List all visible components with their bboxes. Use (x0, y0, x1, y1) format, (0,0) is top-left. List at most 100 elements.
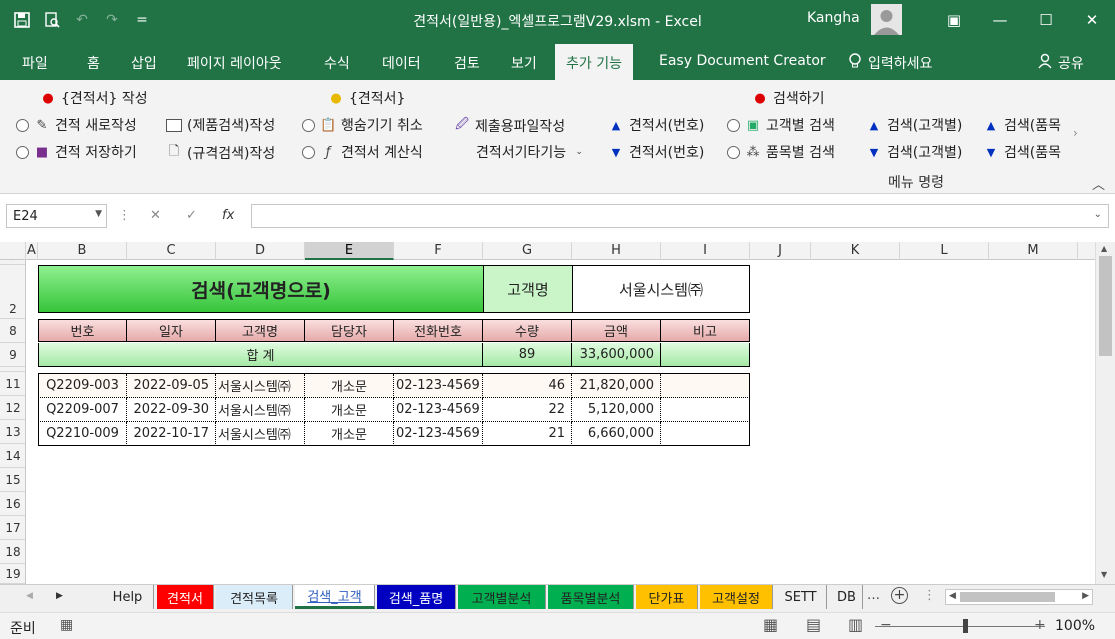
column-header[interactable]: D (216, 242, 305, 260)
close-icon[interactable]: ✕ (1069, 0, 1115, 40)
row-header[interactable]: 15 (0, 468, 25, 492)
sheet-tab[interactable]: 검색_고객 (295, 585, 375, 609)
search-item-down-button[interactable]: ▼ 검색(품목 (983, 142, 1061, 162)
page-layout-view-icon[interactable]: ▤ (806, 615, 821, 634)
table-row[interactable]: Q2209-007 (38, 398, 127, 422)
column-header[interactable]: G (483, 242, 572, 260)
column-header[interactable]: I (661, 242, 750, 260)
row-header[interactable]: 17 (0, 516, 25, 540)
row-header[interactable]: 2 (0, 265, 25, 319)
table-cell[interactable]: 서울시스템㈜ (216, 398, 305, 422)
column-header[interactable]: J (750, 242, 811, 260)
quote-calc-button[interactable]: ƒ 견적서 계산식 (302, 142, 423, 162)
table-cell[interactable]: 2022-09-30 (127, 398, 216, 422)
submit-file-button[interactable]: 🖉 제출용파일작성 (454, 115, 565, 137)
share-button[interactable]: 공유 (1038, 53, 1084, 73)
avatar[interactable] (871, 4, 902, 35)
row-header[interactable]: 9 (0, 343, 25, 367)
enter-icon[interactable]: ✓ (186, 208, 197, 223)
table-cell[interactable]: 서울시스템㈜ (216, 374, 305, 398)
search-customer-down-button[interactable]: ▼ 검색(고객별) (866, 142, 963, 162)
more-sheets-icon[interactable]: … (867, 588, 880, 603)
table-cell[interactable]: 02-123-4569 (394, 422, 483, 446)
tell-me-box[interactable]: 입력하세요 (848, 53, 932, 73)
formula-input[interactable]: ⌄ (251, 204, 1109, 228)
row-header[interactable]: 18 (0, 540, 25, 564)
zoom-in-icon[interactable]: + (1034, 617, 1046, 633)
row-header[interactable]: 19 (0, 564, 25, 584)
table-row[interactable]: Q2210-009 (38, 422, 127, 446)
product-search-button[interactable]: (제품검색)작성 (166, 115, 275, 135)
table-cell[interactable]: 개소문 (305, 374, 394, 398)
sheet-tab[interactable]: SETT (775, 585, 827, 609)
sheet-tab[interactable]: 단가표 (636, 585, 698, 609)
quote-other-functions-dropdown[interactable]: 견적서기타기능 ⌄ (476, 142, 587, 162)
sheet-tab[interactable]: 견적서 (157, 585, 214, 609)
select-all-corner[interactable] (0, 242, 26, 260)
radio-icon[interactable] (16, 145, 29, 159)
chevron-down-icon[interactable]: ▼ (95, 209, 102, 219)
next-sheet-icon[interactable]: ▶ (56, 591, 63, 601)
vertical-scrollbar[interactable]: ▲ ▼ (1095, 242, 1115, 584)
row-header[interactable]: 16 (0, 492, 25, 516)
table-cell[interactable]: 22 (483, 398, 572, 422)
sheet-tab[interactable]: 고객설정 (700, 585, 773, 609)
sheet-tab[interactable]: 고객별분석 (458, 585, 546, 609)
table-cell[interactable]: 서울시스템㈜ (216, 422, 305, 446)
column-header[interactable]: B (38, 242, 127, 260)
table-cell[interactable]: 21,820,000 (572, 374, 661, 398)
chevron-down-icon[interactable]: ⌄ (1094, 209, 1102, 220)
table-cell[interactable]: 46 (483, 374, 572, 398)
quote-no-sort-down-button[interactable]: ▼ 견적서(번호) (608, 142, 705, 162)
chevron-right-icon[interactable]: › (1073, 126, 1078, 140)
cancel-icon[interactable]: ✕ (150, 208, 161, 223)
tab-page-layout[interactable]: 페이지 레이아웃 (187, 53, 282, 73)
zoom-level[interactable]: 100% (1055, 618, 1095, 634)
sheet-tab[interactable]: 품목별분석 (548, 585, 634, 609)
zoom-out-icon[interactable]: − (880, 617, 892, 633)
customer-value[interactable]: 서울시스템㈜ (573, 265, 750, 313)
tab-insert[interactable]: 삽입 (131, 53, 157, 73)
tab-file[interactable]: 파일 (22, 53, 48, 73)
name-box[interactable]: E24 ▼ (6, 204, 107, 228)
search-by-item-button[interactable]: ⁂ 품목별 검색 (727, 142, 835, 162)
row-header[interactable]: 8 (0, 319, 25, 343)
column-header[interactable]: E (305, 242, 394, 260)
radio-icon[interactable] (302, 145, 315, 159)
table-cell[interactable]: 02-123-4569 (394, 374, 483, 398)
column-header[interactable]: C (127, 242, 216, 260)
scroll-up-icon[interactable]: ▲ (1101, 244, 1107, 253)
column-header[interactable]: F (394, 242, 483, 260)
collapse-ribbon-icon[interactable]: ︿ (1092, 174, 1105, 193)
table-cell[interactable]: 02-123-4569 (394, 398, 483, 422)
search-item-up-button[interactable]: ▲ 검색(품목 (983, 115, 1061, 135)
insert-function-icon[interactable]: fx (222, 208, 234, 223)
spec-search-button[interactable]: 🗋 (규격검색)작성 (166, 142, 275, 164)
user-name[interactable]: Kangha (807, 10, 860, 26)
sheet-tab[interactable]: DB (831, 585, 863, 609)
cancel-hidden-rows-button[interactable]: 📋 행숨기기 취소 (302, 115, 423, 135)
column-header[interactable]: A (26, 242, 38, 260)
search-by-customer-button[interactable]: ▣ 고객별 검색 (727, 115, 835, 135)
table-cell[interactable] (661, 398, 750, 422)
radio-icon[interactable] (727, 118, 740, 132)
table-cell[interactable] (661, 422, 750, 446)
ribbon-display-icon[interactable]: ▣ (931, 0, 977, 40)
table-cell[interactable]: 2022-09-05 (127, 374, 216, 398)
tab-home[interactable]: 홈 (87, 53, 100, 73)
table-cell[interactable]: 5,120,000 (572, 398, 661, 422)
table-cell[interactable]: 21 (483, 422, 572, 446)
scroll-left-icon[interactable]: ◀ (949, 591, 956, 601)
zoom-slider-thumb[interactable] (963, 619, 968, 633)
sheet-tab[interactable]: Help (102, 585, 154, 609)
tab-easy-document-creator[interactable]: Easy Document Creator (659, 53, 826, 69)
split-handle-icon[interactable]: ⋮ (923, 588, 936, 603)
new-quote-button[interactable]: ✎ 견적 새로작성 (16, 115, 137, 135)
tab-view[interactable]: 보기 (511, 53, 537, 73)
column-header[interactable]: M (989, 242, 1078, 260)
prev-sheet-icon[interactable]: ◀ (26, 591, 33, 601)
zoom-slider[interactable] (875, 626, 1045, 627)
page-break-view-icon[interactable]: ▥ (848, 615, 863, 634)
row-header[interactable]: 12 (0, 396, 25, 420)
row-header[interactable]: 11 (0, 372, 25, 396)
